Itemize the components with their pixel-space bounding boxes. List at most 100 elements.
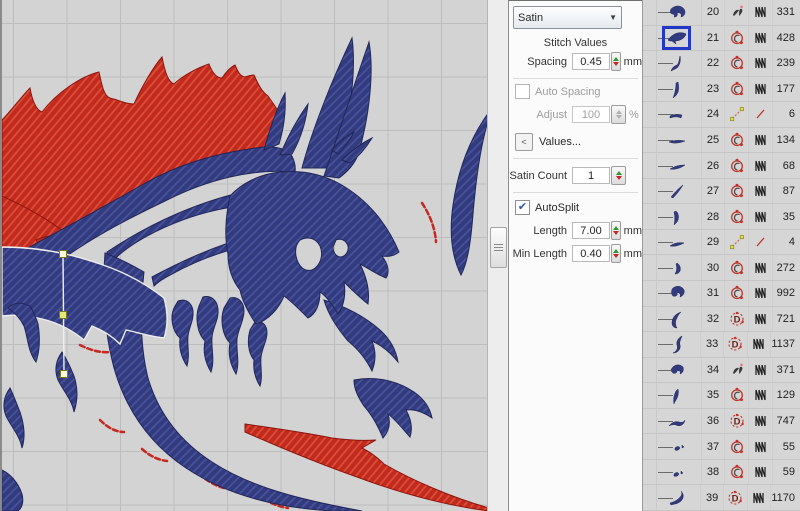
stitch-type-cell[interactable]	[748, 77, 772, 102]
stitch-type-cell[interactable]	[747, 332, 771, 357]
stitch-type-cell[interactable]	[748, 358, 772, 383]
object-thumbnail[interactable]	[657, 153, 701, 178]
object-thumbnail[interactable]	[657, 485, 700, 510]
object-type-cell[interactable]	[724, 281, 748, 306]
splitter-drag-handle[interactable]	[490, 227, 507, 268]
object-type-cell[interactable]	[724, 153, 748, 178]
stitch-type-cell[interactable]	[748, 128, 772, 153]
stitch-type-cell[interactable]	[748, 204, 772, 229]
object-row-21[interactable]: 21428	[643, 26, 800, 52]
stitch-type-cell[interactable]	[748, 434, 772, 459]
stitch-type-cell[interactable]	[748, 153, 772, 178]
object-row-26[interactable]: 2668	[643, 153, 800, 179]
auto-spacing-checkbox[interactable]	[515, 84, 530, 99]
object-row-35[interactable]: 35129	[643, 383, 800, 409]
object-thumbnail[interactable]	[657, 128, 701, 153]
object-type-cell[interactable]: D	[723, 485, 747, 510]
path-node-handle[interactable]	[60, 312, 67, 319]
stitch-type-cell[interactable]	[748, 409, 772, 434]
object-row-24[interactable]: 246	[643, 102, 800, 128]
object-row-39[interactable]: 39D1170	[643, 485, 800, 511]
object-type-cell[interactable]	[724, 128, 748, 153]
object-thumbnail[interactable]	[657, 383, 701, 408]
object-thumbnail[interactable]	[657, 255, 701, 280]
stitch-type-cell[interactable]	[748, 383, 772, 408]
object-row-23[interactable]: 23177	[643, 77, 800, 103]
stitch-type-cell[interactable]	[748, 307, 772, 332]
object-row-33[interactable]: 33D1137	[643, 332, 800, 358]
length-input[interactable]	[572, 222, 610, 239]
spacing-input[interactable]	[572, 53, 610, 70]
object-row-36[interactable]: 36D747	[643, 409, 800, 435]
object-type-cell[interactable]	[724, 230, 748, 255]
design-canvas[interactable]	[0, 0, 487, 511]
stitch-type-cell[interactable]	[748, 102, 772, 127]
object-type-cell[interactable]: D	[724, 409, 748, 434]
stitch-type-cell[interactable]	[748, 255, 772, 280]
object-row-28[interactable]: 2835	[643, 204, 800, 230]
object-row-32[interactable]: 32D721	[643, 307, 800, 333]
stitch-type-cell[interactable]	[748, 179, 772, 204]
path-node-handle[interactable]	[61, 371, 68, 378]
min-length-input[interactable]	[572, 245, 610, 262]
object-type-cell[interactable]	[724, 102, 748, 127]
object-row-31[interactable]: 31992	[643, 281, 800, 307]
object-thumbnail[interactable]	[657, 102, 701, 127]
stitch-type-cell[interactable]	[748, 460, 772, 485]
length-stepper[interactable]	[611, 221, 621, 240]
object-type-cell[interactable]: D	[724, 307, 748, 332]
object-thumbnail[interactable]	[657, 434, 701, 459]
stitch-type-cell[interactable]	[748, 26, 772, 51]
object-type-cell[interactable]	[724, 179, 748, 204]
object-type-cell[interactable]	[724, 0, 748, 25]
object-thumbnail[interactable]	[657, 230, 701, 255]
object-row-27[interactable]: 2787	[643, 179, 800, 205]
satin-count-stepper[interactable]	[611, 166, 626, 185]
object-type-cell[interactable]	[724, 434, 748, 459]
object-type-cell[interactable]	[724, 77, 748, 102]
object-thumbnail[interactable]	[657, 332, 700, 357]
object-row-37[interactable]: 3755	[643, 434, 800, 460]
object-thumbnail[interactable]	[657, 0, 701, 25]
object-row-20[interactable]: 20331	[643, 0, 800, 26]
object-type-cell[interactable]	[724, 358, 748, 383]
object-type-cell[interactable]: D	[723, 332, 747, 357]
object-row-25[interactable]: 25134	[643, 128, 800, 154]
object-type-cell[interactable]	[724, 383, 748, 408]
values-collapse-button[interactable]: <	[515, 133, 533, 151]
stitch-type-cell[interactable]	[747, 485, 771, 510]
object-thumbnail[interactable]	[657, 26, 701, 51]
stitch-type-cell[interactable]	[748, 0, 772, 25]
object-row-38[interactable]: 3859	[643, 460, 800, 486]
object-thumbnail[interactable]	[657, 409, 701, 434]
object-thumbnail[interactable]	[657, 358, 701, 383]
object-type-cell[interactable]	[724, 255, 748, 280]
object-thumbnail[interactable]	[657, 307, 701, 332]
object-row-34[interactable]: 34371	[643, 358, 800, 384]
adjust-input[interactable]	[572, 106, 610, 123]
object-thumbnail[interactable]	[657, 51, 701, 76]
spacing-stepper[interactable]	[611, 52, 621, 71]
object-thumbnail[interactable]	[657, 460, 701, 485]
stitch-type-cell[interactable]	[748, 51, 772, 76]
object-type-cell[interactable]	[724, 26, 748, 51]
object-thumbnail[interactable]	[657, 179, 701, 204]
object-type-cell[interactable]	[724, 51, 748, 76]
object-thumbnail[interactable]	[657, 77, 701, 102]
object-row-22[interactable]: 22239	[643, 51, 800, 77]
object-type-cell[interactable]	[724, 460, 748, 485]
min-length-stepper[interactable]	[611, 244, 621, 263]
adjust-stepper[interactable]	[611, 105, 626, 124]
stitch-type-dropdown[interactable]: Satin ▼	[513, 6, 622, 29]
object-thumbnail[interactable]	[657, 281, 701, 306]
object-type-cell[interactable]	[724, 204, 748, 229]
autosplit-checkbox[interactable]	[515, 200, 530, 215]
stitch-type-cell[interactable]	[748, 281, 772, 306]
satin-count-input[interactable]	[572, 167, 610, 184]
object-row-29[interactable]: 294	[643, 230, 800, 256]
object-row-30[interactable]: 30272	[643, 255, 800, 281]
object-thumbnail[interactable]	[657, 204, 701, 229]
stitch-type-cell[interactable]	[748, 230, 772, 255]
values-button-label[interactable]: Values...	[539, 136, 581, 148]
path-node-handle[interactable]	[60, 251, 67, 258]
